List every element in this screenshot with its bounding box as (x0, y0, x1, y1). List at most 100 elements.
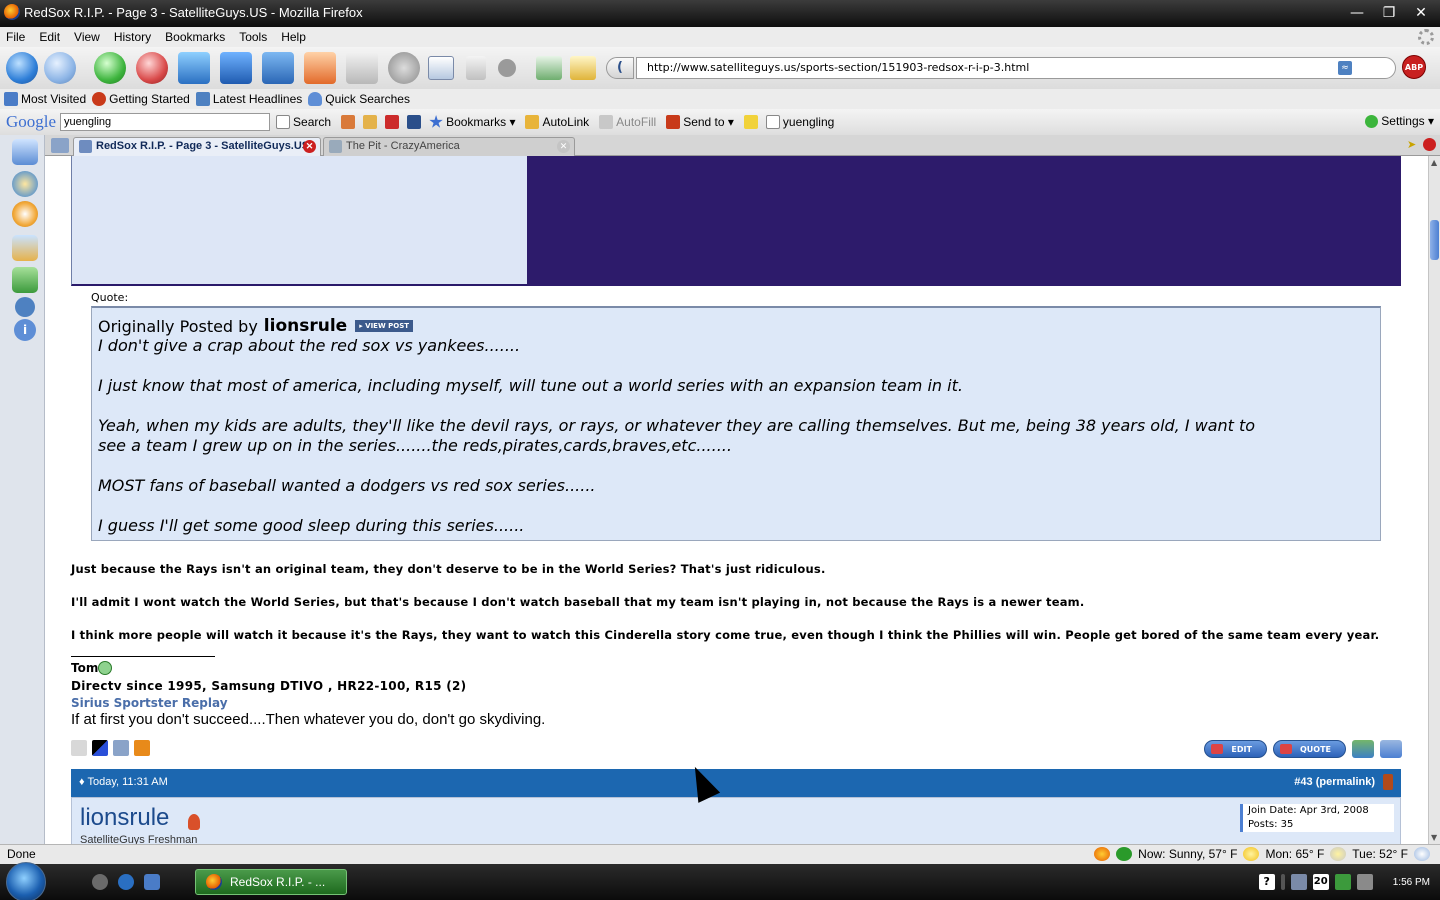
start-button[interactable] (6, 862, 46, 900)
puzzle-icon[interactable] (12, 267, 38, 293)
edit-button[interactable]: EDIT (1204, 740, 1267, 758)
scroll-down-arrow-icon[interactable]: ▼ (1431, 833, 1437, 842)
info-icon[interactable]: i (14, 319, 36, 341)
tab-list-icon[interactable] (51, 138, 69, 153)
back-button[interactable] (6, 52, 38, 84)
weather-tuesday[interactable]: Tue: 52° F (1352, 847, 1408, 861)
menu-help[interactable]: Help (281, 30, 306, 44)
pin-icon[interactable]: ➤ (1407, 138, 1420, 151)
menu-tools[interactable]: Tools (239, 30, 267, 44)
bookmark-most-visited[interactable]: Most Visited (4, 92, 86, 106)
taskbar-clock[interactable]: 1:56 PM (1393, 877, 1430, 888)
link-icon[interactable] (498, 59, 516, 77)
google-bookmarks-button[interactable]: Bookmarks ▾ (429, 115, 515, 129)
share-icon[interactable] (71, 740, 87, 756)
close-tab-icon[interactable]: ✕ (303, 140, 316, 153)
picture-icon[interactable] (12, 139, 38, 165)
volume-icon[interactable] (1356, 874, 1373, 890)
maximize-button[interactable]: ❐ (1378, 3, 1400, 23)
media-player-icon[interactable] (118, 874, 134, 890)
gear-icon[interactable] (388, 52, 420, 84)
calendar-icon[interactable]: 20 (1312, 874, 1329, 890)
getting-started-icon (92, 92, 107, 106)
digg-icon[interactable] (113, 740, 129, 756)
scroll-up-arrow-icon[interactable]: ▲ (1431, 158, 1437, 167)
autolink-button[interactable]: AutoLink (525, 115, 589, 129)
print-button[interactable] (304, 52, 336, 84)
bookmark-getting-started[interactable]: Getting Started (92, 92, 190, 106)
status-bar: Done Now: Sunny, 57° F Mon: 65° F Tue: 5… (0, 844, 1440, 864)
menu-view[interactable]: View (74, 30, 100, 44)
url-input[interactable]: http://www.satelliteguys.us/sports-secti… (636, 57, 1396, 79)
zonealarm-icon[interactable] (1290, 874, 1307, 890)
autofill-button[interactable]: AutoFill (599, 115, 656, 129)
post-username[interactable]: lionsrule (80, 804, 169, 832)
menu-edit[interactable]: Edit (39, 30, 60, 44)
page-content: Quote: Originally Posted by lionsrule ▸ … (45, 156, 1428, 844)
alarm-clock-icon[interactable] (12, 201, 38, 227)
status-ok-icon[interactable] (1116, 847, 1133, 861)
bookmark-latest-headlines[interactable]: Latest Headlines (195, 92, 302, 106)
tab-the-pit[interactable]: The Pit - CrazyAmerica ✕ (323, 137, 575, 156)
report-flag-icon[interactable] (1383, 774, 1393, 790)
signature-link[interactable]: Sirius Sportster Replay (71, 696, 228, 710)
notes-icon[interactable] (12, 235, 38, 261)
furl-icon[interactable] (134, 740, 150, 756)
quote-button[interactable]: QUOTE (1272, 740, 1346, 758)
new-tab-button[interactable] (262, 52, 294, 84)
page-layout-button[interactable] (428, 56, 454, 80)
scrollbar-thumb[interactable] (1430, 220, 1439, 260)
rss-feed-icon[interactable]: ≈ (1338, 61, 1352, 75)
network-icon[interactable] (1334, 874, 1351, 890)
show-desktop-icon[interactable] (144, 874, 160, 890)
close-tab-icon[interactable]: ✕ (557, 140, 570, 153)
reload-button[interactable] (94, 52, 126, 84)
weather-monday[interactable]: Mon: 65° F (1265, 847, 1324, 861)
tab-list-button[interactable] (466, 56, 486, 80)
tab-label: RedSox R.I.P. - Page 3 - SatelliteGuys.U… (96, 140, 310, 152)
tab-redsox[interactable]: RedSox R.I.P. - Page 3 - SatelliteGuys.U… (73, 137, 321, 156)
taskbar-firefox-button[interactable]: RedSox R.I.P. - ... (195, 869, 347, 895)
close-all-tabs-icon[interactable] (1423, 138, 1436, 151)
google-search-input[interactable]: yuengling (60, 113, 271, 131)
weather-now[interactable]: Now: Sunny, 57° F (1138, 847, 1237, 861)
quote-author[interactable]: lionsrule (264, 316, 347, 336)
multi-quote-icon[interactable] (1352, 740, 1374, 758)
menu-history[interactable]: History (114, 30, 151, 44)
firefox-status-icon[interactable] (1094, 847, 1111, 861)
stop-button[interactable] (136, 52, 168, 84)
bookmark-quick-searches[interactable]: Quick Searches (308, 92, 410, 106)
minimize-button[interactable]: — (1346, 3, 1368, 23)
google-settings-button[interactable]: Settings ▾ (1365, 114, 1434, 128)
highlighter-icon[interactable] (743, 115, 758, 129)
view-post-button[interactable]: ▸ VIEW POST (355, 320, 414, 332)
gmail-icon[interactable] (385, 115, 400, 129)
news-icon[interactable] (341, 115, 356, 129)
bookmark-page-button[interactable] (570, 56, 596, 80)
vertical-scrollbar[interactable]: ▲ ▼ (1428, 156, 1440, 844)
adblock-plus-button[interactable]: ABP (1402, 55, 1426, 79)
quick-launch-icon[interactable] (92, 874, 108, 890)
home-button[interactable] (178, 52, 210, 84)
menu-file[interactable]: File (6, 30, 25, 44)
search-term-button[interactable]: yuengling (765, 115, 834, 129)
post-banner-left (71, 156, 527, 286)
menu-bookmarks[interactable]: Bookmarks (165, 30, 225, 44)
new-window-button[interactable] (220, 52, 252, 84)
paste-button[interactable] (346, 52, 378, 84)
signature-name-row: Tom (71, 661, 112, 675)
sync-button[interactable] (536, 56, 562, 80)
forward-button[interactable] (44, 52, 76, 84)
post-permalink[interactable]: #43 (permalink) (1294, 776, 1375, 788)
bubble-icon[interactable] (15, 297, 35, 317)
help-icon[interactable]: ? (1258, 874, 1275, 890)
send-to-button[interactable]: Send to ▾ (666, 115, 734, 129)
puzzle-icon[interactable] (363, 115, 378, 129)
site-identity-button[interactable]: ( (606, 57, 634, 79)
close-window-button[interactable]: ✕ (1410, 3, 1432, 23)
globe-icon[interactable] (12, 171, 38, 197)
report-icon[interactable] (1380, 740, 1402, 758)
mortarboard-icon[interactable] (407, 115, 422, 129)
google-search-button[interactable]: Search (276, 115, 331, 129)
delicious-icon[interactable] (92, 740, 108, 756)
